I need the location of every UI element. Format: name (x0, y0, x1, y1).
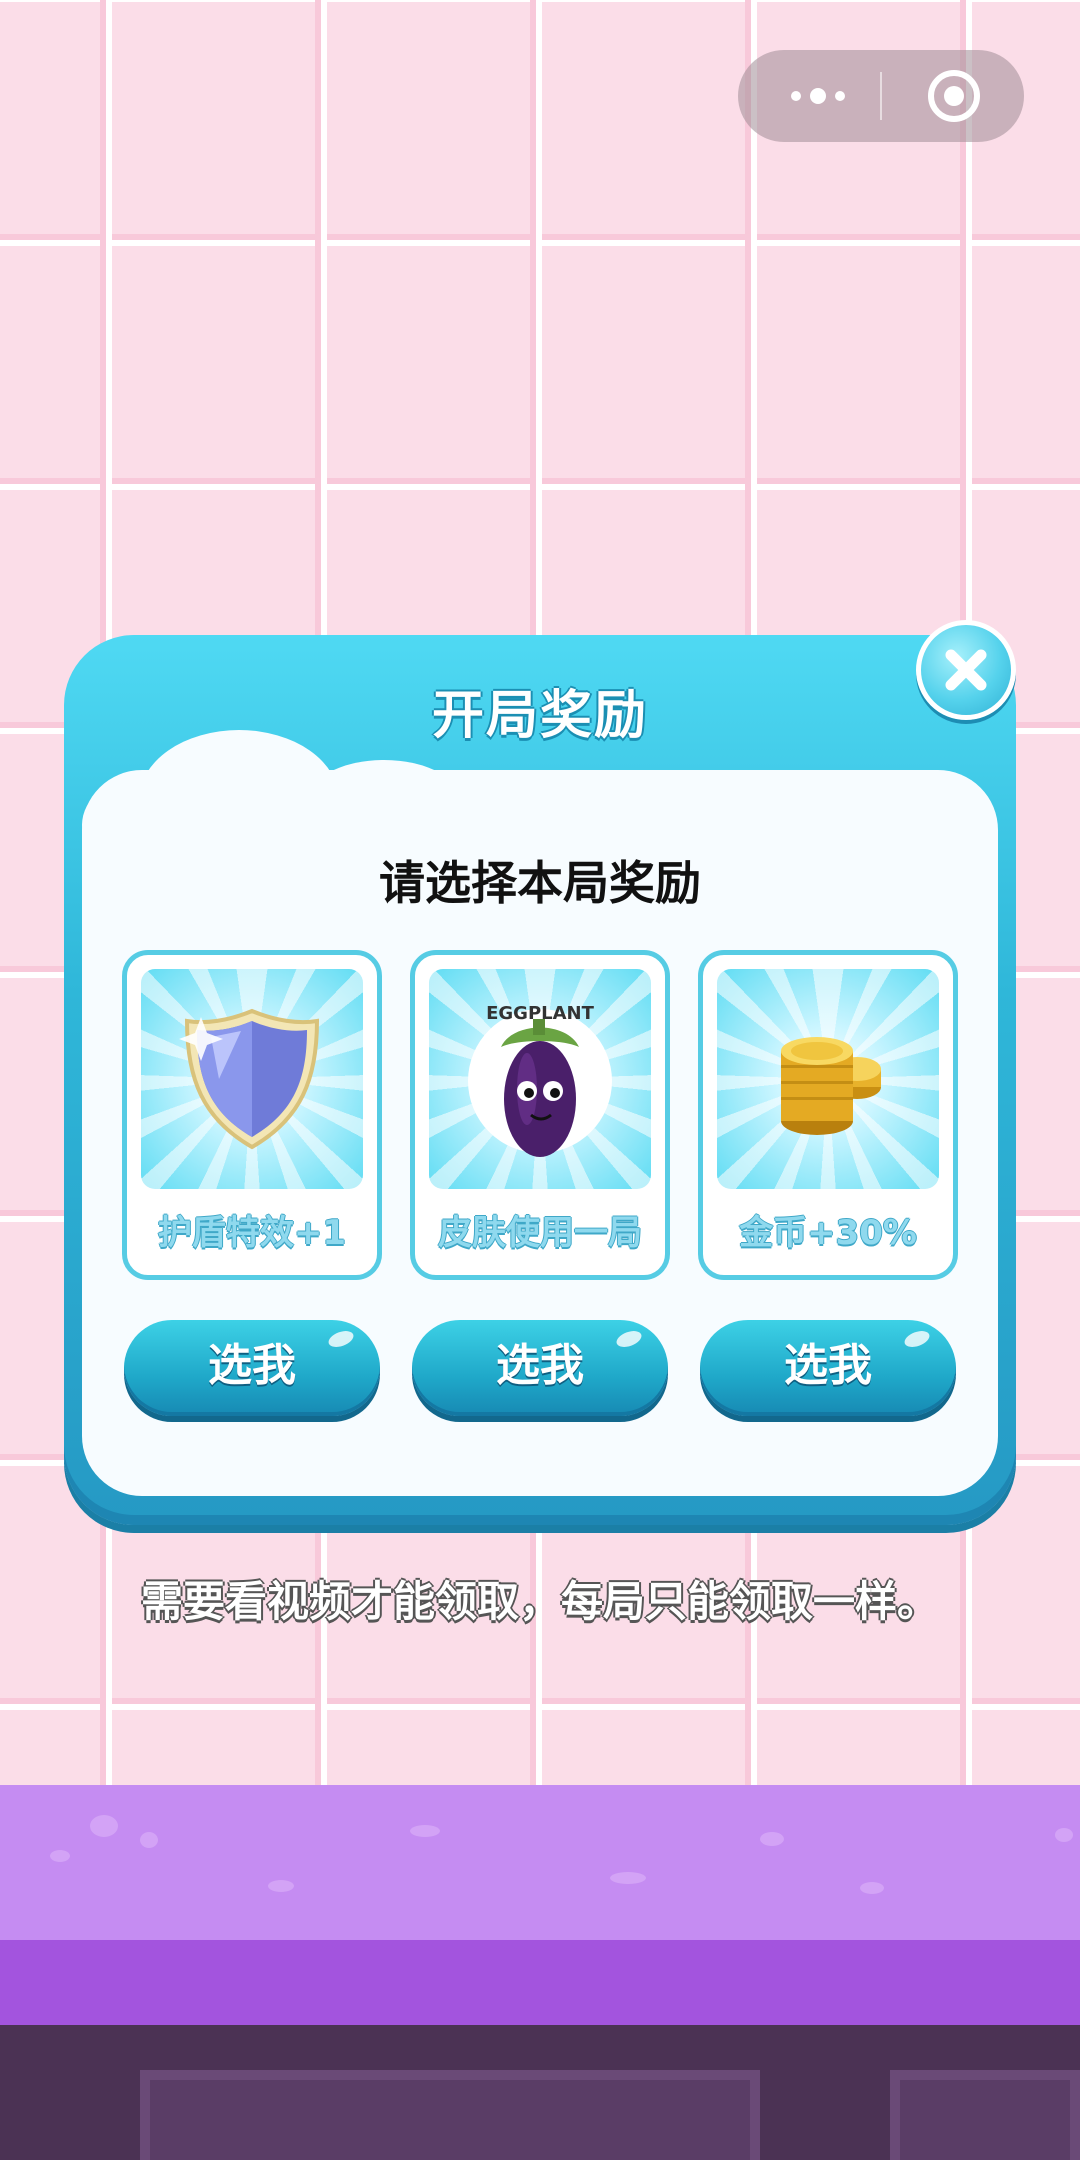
floor-panel-left (140, 2070, 760, 2160)
reward-hint-text: 需要看视频才能领取，每局只能领取一样。 (140, 1577, 939, 1626)
reward-label: 皮肤使用一局 (438, 1213, 642, 1253)
reward-art (141, 969, 363, 1189)
floor-speck (140, 1832, 158, 1848)
select-coins-button[interactable]: 选我 (700, 1320, 956, 1416)
floor-top-band (0, 1785, 1080, 1940)
capsule-divider (880, 72, 882, 120)
floor-speck (610, 1872, 646, 1884)
floor-speck (50, 1850, 70, 1862)
gold-coins-icon (781, 1037, 881, 1135)
reward-prompt: 请选择本局奖励 (379, 856, 701, 910)
eggplant-art-text: EGGPLANT (486, 1003, 594, 1024)
select-shield-button[interactable]: 选我 (124, 1320, 380, 1416)
reward-card-skin[interactable]: EGGPLANT 皮肤使用一局 (410, 950, 670, 1280)
button-shine (614, 1327, 644, 1351)
floor-speck (90, 1815, 118, 1837)
reward-dialog: 开局奖励 请选择本局奖励 护盾特效+1 EGGPLANT 皮肤使用一局 金币+3… (64, 635, 1016, 1525)
select-button-label: 选我 (208, 1340, 296, 1391)
target-circle-icon[interactable] (928, 70, 980, 122)
mini-program-capsule (738, 50, 1024, 142)
dialog-close-button[interactable] (916, 620, 1016, 720)
reward-label: 金币+30% (739, 1213, 917, 1253)
select-button-label: 选我 (784, 1340, 872, 1391)
floor-speck (860, 1882, 884, 1894)
floor-speck (268, 1880, 294, 1892)
floor-speck (410, 1825, 440, 1837)
select-button-label: 选我 (496, 1340, 584, 1391)
reward-card-coins[interactable]: 金币+30% (698, 950, 958, 1280)
eggplant-icon (468, 1009, 612, 1157)
button-shine (902, 1327, 932, 1351)
close-x-icon (945, 649, 987, 691)
floor-middle-band (0, 1940, 1080, 2025)
more-dots-icon[interactable] (768, 72, 868, 120)
reward-art: EGGPLANT (429, 969, 651, 1189)
reward-art (717, 969, 939, 1189)
floor-panel-right (890, 2070, 1080, 2160)
reward-label: 护盾特效+1 (157, 1213, 347, 1253)
floor-speck (760, 1832, 784, 1846)
button-shine (326, 1327, 356, 1351)
floor-speck (1055, 1828, 1073, 1842)
shield-icon (179, 1008, 320, 1150)
reward-card-shield[interactable]: 护盾特效+1 (122, 950, 382, 1280)
select-skin-button[interactable]: 选我 (412, 1320, 668, 1416)
